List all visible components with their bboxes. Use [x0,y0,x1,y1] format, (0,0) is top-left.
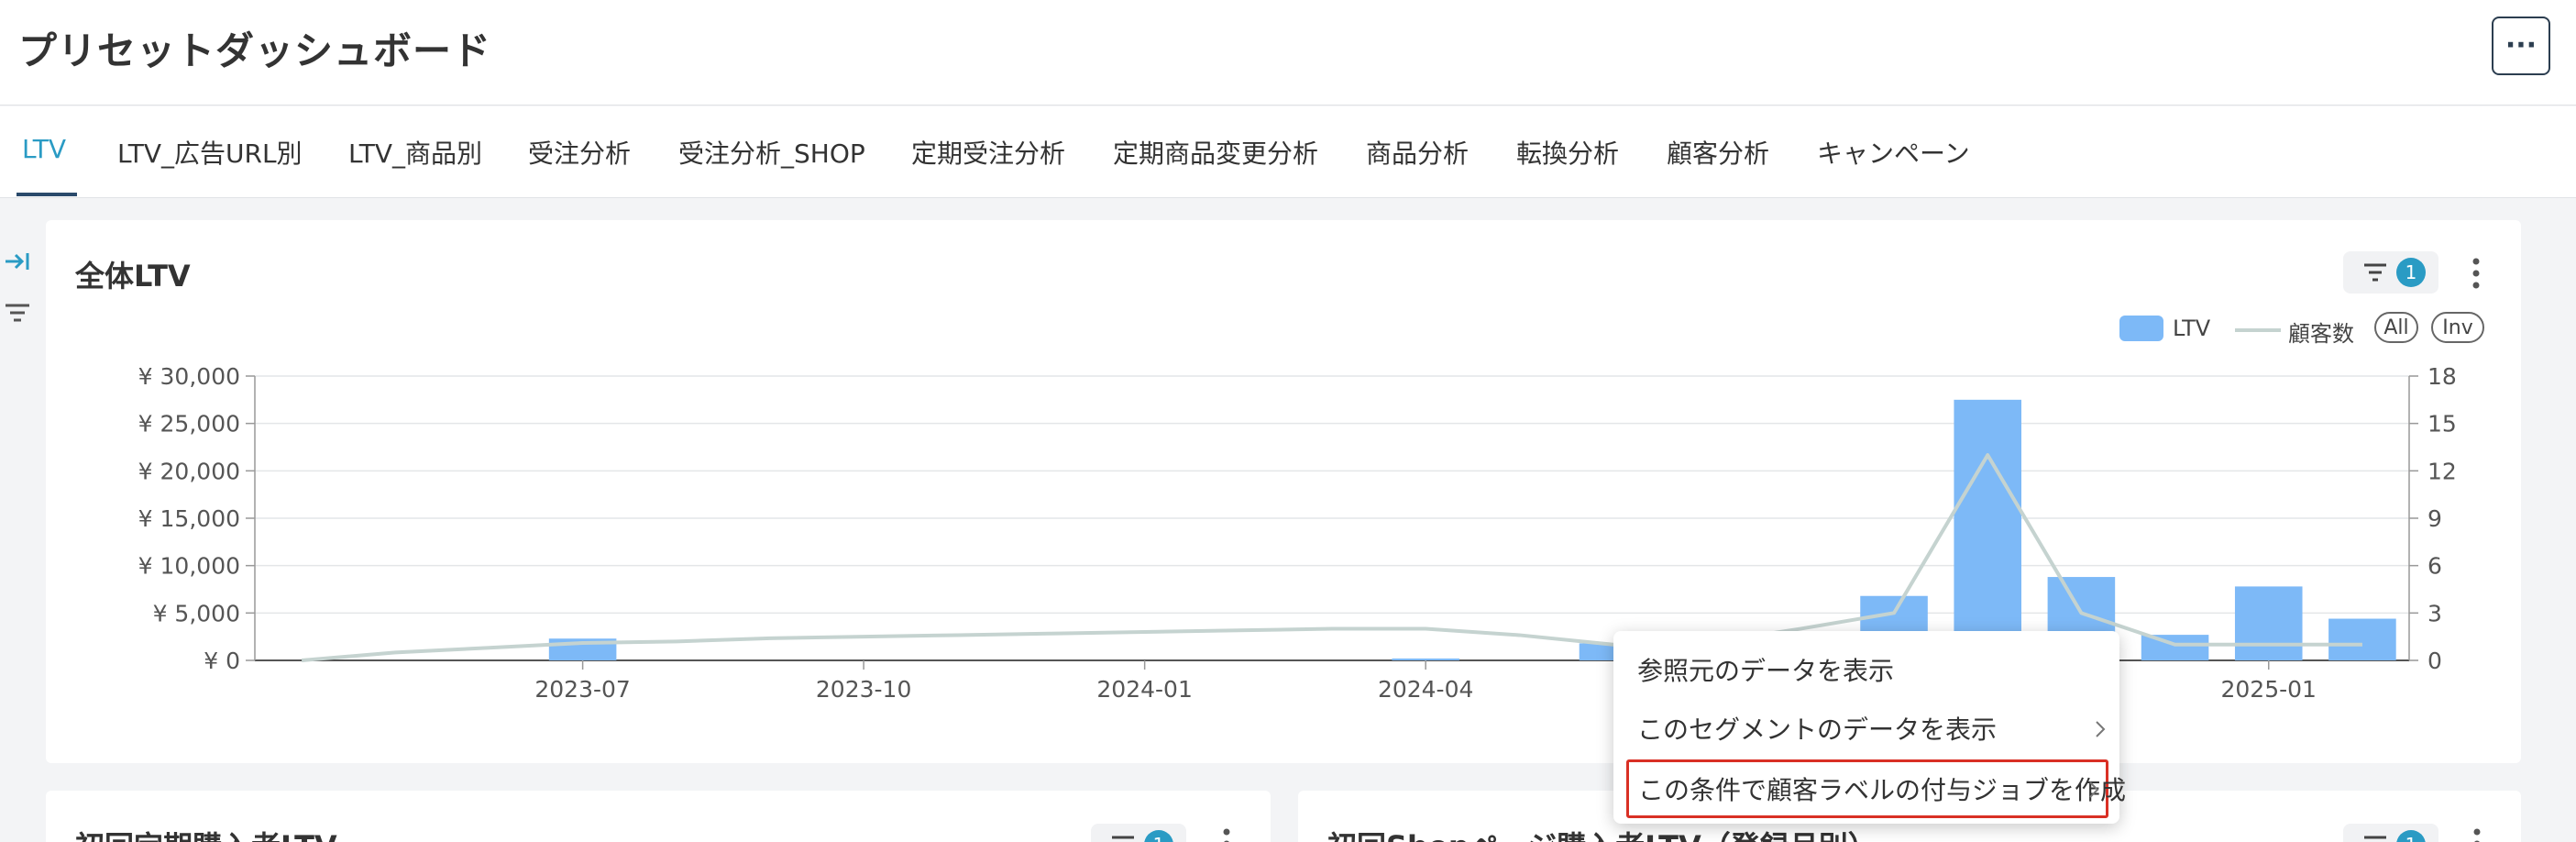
context-menu: 参照元のデータを表示 このセグメントのデータを表示 この条件で顧客ラベルの付与ジ… [1613,631,2126,824]
y-right-tick-label: 6 [2427,553,2442,580]
chevron-right-icon [2089,781,2099,798]
first-subscription-ltv-card: 初回定期購入者LTV 1 [46,791,1271,842]
filter-count-badge: 1 [2396,830,2426,842]
y-left-tick-label: ¥ 30,000 [138,363,240,390]
filter-icon [2364,836,2386,839]
y-right-tick-label: 0 [2427,648,2442,674]
ltv-bar [1392,658,1459,660]
menu-item-label: 参照元のデータを表示 [1637,656,1895,686]
menu-item-view-source-data[interactable]: 参照元のデータを表示 [1613,640,2119,699]
filter-chip[interactable]: 1 [1091,824,1186,842]
menu-item-create-label-job[interactable]: この条件で顧客ラベルの付与ジョブを作成 [1626,759,2126,818]
x-tick-label: 2025-01 [2221,676,2317,703]
filter-icon [1112,836,1134,839]
x-tick-label: 2024-04 [1378,676,1473,703]
filter-chip[interactable]: 1 [2343,824,2438,842]
ltv-bar [1954,399,2021,660]
chevron-right-icon [2096,721,2106,737]
y-axis-right: 0 3 6 9 12 15 18 [2408,363,2457,674]
ltv-bar [2141,635,2209,660]
y-left-tick-label: ¥ 0 [204,648,240,674]
y-left-tick-label: ¥ 25,000 [138,411,240,438]
ltv-bar [2328,618,2396,660]
y-right-tick-label: 9 [2427,505,2442,532]
kebab-menu-icon[interactable] [2468,825,2486,842]
x-tick-label: 2023-07 [534,676,630,703]
y-right-tick-label: 12 [2427,458,2457,484]
ltv-chart: ¥ 0 ¥ 5,000 ¥ 10,000 ¥ 15,000 ¥ 20,000 ¥ 25,0… [138,363,2457,703]
menu-item-view-segment-data[interactable]: このセグメントのデータを表示 [1613,699,2119,758]
menu-item-label: このセグメントのデータを表示 [1637,715,1998,745]
chart-bars [548,399,2396,660]
card-title: 初回定期購入者LTV [75,824,337,842]
filter-count-badge: 1 [1144,830,1173,842]
y-right-tick-label: 15 [2427,411,2457,438]
y-right-tick-label: 3 [2427,600,2442,626]
ltv-bar [2234,586,2303,660]
y-right-tick-label: 18 [2427,363,2457,390]
y-left-tick-label: ¥ 5,000 [153,600,240,626]
menu-item-label: この条件で顧客ラベルの付与ジョブを作成 [1638,775,2127,805]
x-tick-label: 2023-10 [816,676,911,703]
y-left-tick-label: ¥ 10,000 [138,553,240,580]
kebab-menu-icon[interactable] [1217,825,1236,842]
y-axis-left: ¥ 0 ¥ 5,000 ¥ 10,000 ¥ 15,000 ¥ 20,000 ¥ 25,0… [138,363,256,674]
card-title: 初回Shopページ購入者LTV（登録月別） [1327,824,1877,842]
y-left-tick-label: ¥ 20,000 [138,458,240,484]
y-left-tick-label: ¥ 15,000 [138,505,240,532]
x-tick-label: 2024-01 [1096,676,1192,703]
